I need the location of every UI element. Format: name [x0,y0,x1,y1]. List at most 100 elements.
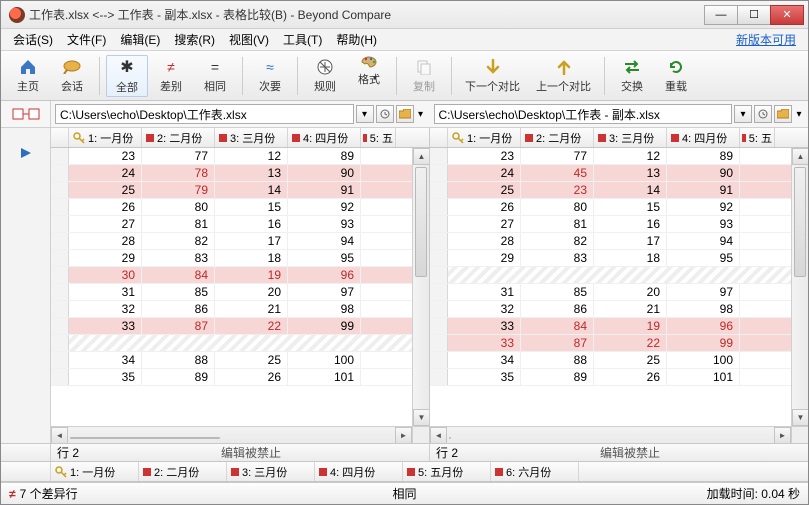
left-col-5[interactable]: 5: 五 [361,128,396,147]
right-col-1[interactable]: 1: 一月份 [448,128,521,147]
combined-col-5[interactable]: 5: 五月份 [403,462,491,481]
rules-button[interactable]: 规则 [304,55,346,97]
scroll-left-button[interactable]: ◄ [51,427,68,444]
table-row[interactable]: 24781390 [51,165,412,182]
cell: 93 [288,216,361,232]
left-grid[interactable]: 2377128924781390257914912680159227811693… [51,148,429,443]
left-path-input[interactable] [55,104,354,124]
right-vscroll[interactable]: ▲ ▼ [791,148,808,426]
status-diff: ≠7 个差异行 [9,485,78,502]
scroll-up-button[interactable]: ▲ [413,148,429,165]
left-col-1[interactable]: 1: 一月份 [69,128,142,147]
left-path-browse[interactable] [396,105,414,123]
left-col-4[interactable]: 4: 四月份 [288,128,361,147]
menu-edit[interactable]: 编辑(E) [114,29,166,50]
reload-button[interactable]: 重载 [655,55,697,97]
all-button[interactable]: ✱ 全部 [106,55,148,97]
cell: 19 [215,267,288,283]
same-button[interactable]: = 相同 [194,55,236,97]
table-row[interactable]: 30841996 [51,267,412,284]
left-col-2[interactable]: 2: 二月份 [142,128,215,147]
right-path-input[interactable] [434,104,733,124]
left-path-history[interactable] [376,105,394,123]
left-col-3[interactable]: 3: 三月份 [215,128,288,147]
table-row[interactable]: 31852097 [430,284,791,301]
table-row[interactable]: 358926101 [51,369,412,386]
scroll-right-button[interactable]: ► [395,427,412,444]
cell: 100 [288,352,361,368]
table-row[interactable]: 25791491 [51,182,412,199]
table-row[interactable]: 29831895 [51,250,412,267]
cell: 28 [448,233,521,249]
menu-view[interactable]: 视图(V) [223,29,275,50]
table-row[interactable]: 33872299 [51,318,412,335]
cell: 45 [521,165,594,181]
menu-session[interactable]: 会话(S) [7,29,59,50]
edit-strip: 行 2 编辑被禁止 行 2 编辑被禁止 [1,443,808,461]
table-row[interactable] [430,267,791,284]
combined-col-2[interactable]: 2: 二月份 [139,462,227,481]
table-row[interactable]: 33841996 [430,318,791,335]
minimize-button[interactable]: — [704,5,738,25]
diff-button[interactable]: ≠ 差别 [150,55,192,97]
new-version-link[interactable]: 新版本可用 [730,29,802,50]
right-path-browse[interactable] [774,105,792,123]
combined-col-4[interactable]: 4: 四月份 [315,462,403,481]
left-hscroll[interactable]: ◄ ► [51,426,412,443]
maximize-button[interactable]: ☐ [737,5,771,25]
menu-help[interactable]: 帮助(H) [330,29,383,50]
session-button[interactable]: 会话 [51,55,93,97]
palette-icon [359,55,379,69]
table-row[interactable]: 29831895 [430,250,791,267]
close-button[interactable]: ✕ [770,5,804,25]
table-row[interactable]: 348825100 [430,352,791,369]
table-row[interactable]: 24451390 [430,165,791,182]
right-col-5[interactable]: 5: 五 [740,128,775,147]
overview-gutter[interactable] [1,128,51,443]
table-row[interactable]: 33872299 [430,335,791,352]
left-path-dropdown[interactable]: ▾ [356,105,374,123]
right-col-2[interactable]: 2: 二月份 [521,128,594,147]
table-row[interactable]: 26801592 [430,199,791,216]
table-row[interactable]: 27811693 [51,216,412,233]
left-vscroll[interactable]: ▲ ▼ [412,148,429,426]
menu-tools[interactable]: 工具(T) [277,29,328,50]
menu-file[interactable]: 文件(F) [61,29,112,50]
home-button[interactable]: 主页 [7,55,49,97]
right-path-history[interactable] [754,105,772,123]
format-button[interactable]: 格式 ▼ [348,55,390,97]
table-row[interactable] [51,335,412,352]
scroll-down-button[interactable]: ▼ [413,409,429,426]
right-path-dropdown[interactable]: ▾ [734,105,752,123]
table-row[interactable]: 23771289 [51,148,412,165]
right-path-more[interactable]: ▾ [794,105,804,123]
table-row[interactable]: 28821794 [51,233,412,250]
menu-search[interactable]: 搜索(R) [168,29,221,50]
right-hscroll[interactable]: ◄ ► [430,426,791,443]
right-col-3[interactable]: 3: 三月份 [594,128,667,147]
right-grid[interactable]: 2377128924451390252314912680159227811693… [430,148,808,443]
combined-col-1[interactable]: 1: 一月份 [51,462,139,481]
secondary-button[interactable]: ≈ 次要 [249,55,291,97]
table-row[interactable]: 23771289 [430,148,791,165]
prev-diff-button[interactable]: 上一个对比 [529,55,598,97]
swap-button[interactable]: 交换 [611,55,653,97]
table-row[interactable]: 32862198 [430,301,791,318]
cell: 101 [667,369,740,385]
cell: 19 [594,318,667,334]
table-row[interactable]: 26801592 [51,199,412,216]
left-path-more[interactable]: ▾ [416,105,426,123]
table-row[interactable]: 27811693 [430,216,791,233]
next-diff-button[interactable]: 下一个对比 [458,55,527,97]
table-row[interactable]: 348825100 [51,352,412,369]
table-row[interactable]: 28821794 [430,233,791,250]
cell: 83 [142,250,215,266]
table-row[interactable]: 31852097 [51,284,412,301]
table-row[interactable]: 32862198 [51,301,412,318]
table-row[interactable]: 358926101 [430,369,791,386]
combined-col-6[interactable]: 6: 六月份 [491,462,579,481]
combined-col-3[interactable]: 3: 三月份 [227,462,315,481]
table-row[interactable]: 25231491 [430,182,791,199]
compare-mode-icon[interactable] [1,101,51,127]
right-col-4[interactable]: 4: 四月份 [667,128,740,147]
